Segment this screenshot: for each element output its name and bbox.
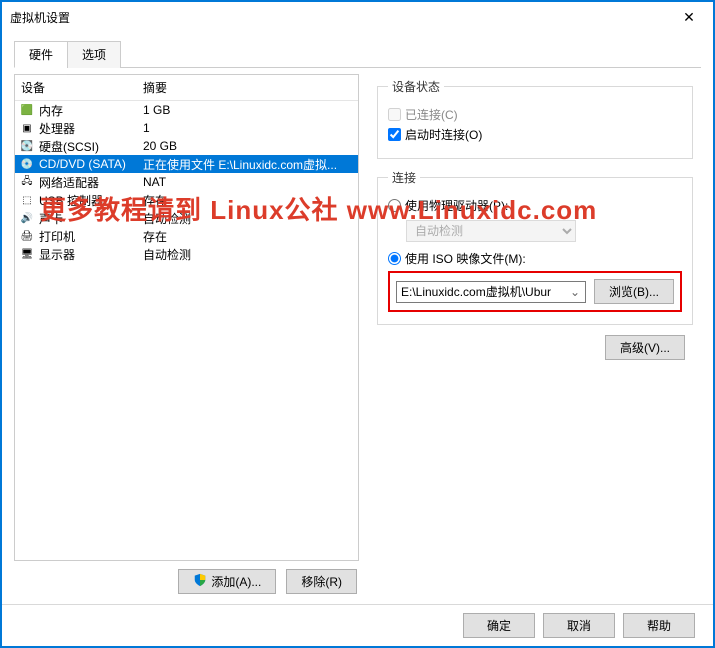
main-panel: 设备 摘要 🟩内存1 GB▣处理器1💽硬盘(SCSI)20 GB💿CD/DVD … <box>14 74 701 594</box>
right-panel: 设备状态 已连接(C) 启动时连接(O) 连接 使用物理驱动器(P): <box>369 74 701 594</box>
device-name: 处理器 <box>39 120 143 137</box>
device-row[interactable]: 💽硬盘(SCSI)20 GB <box>15 137 358 155</box>
device-icon: 🟩 <box>19 102 35 118</box>
shield-icon <box>193 573 207 590</box>
device-row[interactable]: 🟩内存1 GB <box>15 101 358 119</box>
col-header-summary[interactable]: 摘要 <box>143 79 352 96</box>
list-header: 设备 摘要 <box>15 75 358 101</box>
device-row[interactable]: ▣处理器1 <box>15 119 358 137</box>
status-legend: 设备状态 <box>388 78 444 95</box>
col-header-device[interactable]: 设备 <box>21 79 143 96</box>
titlebar: 虚拟机设置 ✕ <box>2 2 713 32</box>
tab-hardware[interactable]: 硬件 <box>14 41 68 68</box>
device-row[interactable]: ⬚USB 控制器存在 <box>15 191 358 209</box>
browse-label: 浏览(B)... <box>609 283 659 300</box>
ok-button[interactable]: 确定 <box>463 613 535 638</box>
dialog-footer: 确定 取消 帮助 <box>2 604 713 646</box>
device-icon: ⬚ <box>19 192 35 208</box>
device-rows-container: 🟩内存1 GB▣处理器1💽硬盘(SCSI)20 GB💿CD/DVD (SATA)… <box>15 101 358 263</box>
device-summary: NAT <box>143 175 354 189</box>
tab-strip: 硬件 选项 <box>14 40 701 68</box>
dropdown-icon[interactable]: ⌄ <box>570 285 580 299</box>
use-iso-label[interactable]: 使用 ISO 映像文件(M): <box>405 250 526 267</box>
advanced-button[interactable]: 高级(V)... <box>605 335 685 360</box>
device-row[interactable]: 🔊声卡自动检测 <box>15 209 358 227</box>
device-status-group: 设备状态 已连接(C) 启动时连接(O) <box>377 78 693 159</box>
device-icon: 💽 <box>19 138 35 154</box>
device-name: 网络适配器 <box>39 174 143 191</box>
device-row[interactable]: 🖧网络适配器NAT <box>15 173 358 191</box>
add-button-label: 添加(A)... <box>211 573 261 590</box>
connect-on-start-label[interactable]: 启动时连接(O) <box>405 126 482 143</box>
device-name: CD/DVD (SATA) <box>39 157 143 171</box>
connected-label: 已连接(C) <box>405 106 458 123</box>
use-physical-label[interactable]: 使用物理驱动器(P): <box>405 197 508 214</box>
window-title: 虚拟机设置 <box>10 9 70 26</box>
device-icon: 💿 <box>19 156 35 172</box>
list-buttons: 添加(A)... 移除(R) <box>14 561 359 594</box>
advanced-row: 高级(V)... <box>377 335 693 360</box>
device-summary: 20 GB <box>143 139 354 153</box>
connection-group: 连接 使用物理驱动器(P): 自动检测 使用 ISO 映像文件(M): <box>377 169 693 325</box>
tab-options[interactable]: 选项 <box>67 41 121 68</box>
device-icon: ▣ <box>19 120 35 136</box>
device-summary: 自动检测 <box>143 210 354 227</box>
device-summary: 正在使用文件 E:\Linuxidc.com虚拟... <box>143 156 354 173</box>
device-icon: 🖥 <box>19 246 35 262</box>
browse-button[interactable]: 浏览(B)... <box>594 279 674 304</box>
remove-device-button[interactable]: 移除(R) <box>286 569 357 594</box>
physical-drive-select: 自动检测 <box>406 220 576 242</box>
cancel-button[interactable]: 取消 <box>543 613 615 638</box>
device-row[interactable]: 🖥显示器自动检测 <box>15 245 358 263</box>
device-summary: 存在 <box>143 228 354 245</box>
device-row[interactable]: 💿 CD/DVD (SATA)正在使用文件 E:\Linuxidc.com虚拟..… <box>15 155 358 173</box>
remove-button-label: 移除(R) <box>301 573 342 590</box>
add-device-button[interactable]: 添加(A)... <box>178 569 276 594</box>
device-name: 硬盘(SCSI) <box>39 138 143 155</box>
use-iso-radio[interactable] <box>388 252 401 265</box>
content-area: 硬件 选项 设备 摘要 🟩内存1 GB▣处理器1💽硬盘(SCSI)20 GB💿C… <box>2 32 713 604</box>
device-name: 打印机 <box>39 228 143 245</box>
device-icon: 🖧 <box>19 174 35 190</box>
device-summary: 1 <box>143 121 354 135</box>
left-panel: 设备 摘要 🟩内存1 GB▣处理器1💽硬盘(SCSI)20 GB💿CD/DVD … <box>14 74 359 594</box>
device-name: 内存 <box>39 102 143 119</box>
connect-on-start-checkbox[interactable] <box>388 128 401 141</box>
device-name: 声卡 <box>39 210 143 227</box>
close-button[interactable]: ✕ <box>669 4 709 30</box>
device-icon: 🔊 <box>19 210 35 226</box>
device-list: 设备 摘要 🟩内存1 GB▣处理器1💽硬盘(SCSI)20 GB💿CD/DVD … <box>14 74 359 561</box>
device-summary: 自动检测 <box>143 246 354 263</box>
advanced-label: 高级(V)... <box>620 339 670 356</box>
device-name: USB 控制器 <box>39 192 143 209</box>
device-summary: 1 GB <box>143 103 354 117</box>
device-name: 显示器 <box>39 246 143 263</box>
device-summary: 存在 <box>143 192 354 209</box>
device-icon: 🖨 <box>19 228 35 244</box>
use-physical-radio[interactable] <box>388 199 401 212</box>
device-row[interactable]: 🖨打印机存在 <box>15 227 358 245</box>
iso-highlight-box: ⌄ 浏览(B)... <box>388 271 682 312</box>
help-button[interactable]: 帮助 <box>623 613 695 638</box>
connection-legend: 连接 <box>388 169 420 186</box>
connected-checkbox <box>388 108 401 121</box>
iso-path-input[interactable] <box>396 281 586 303</box>
vm-settings-window: 虚拟机设置 ✕ 更多教程请到 Linux公社 www.Linuxidc.com … <box>0 0 715 648</box>
